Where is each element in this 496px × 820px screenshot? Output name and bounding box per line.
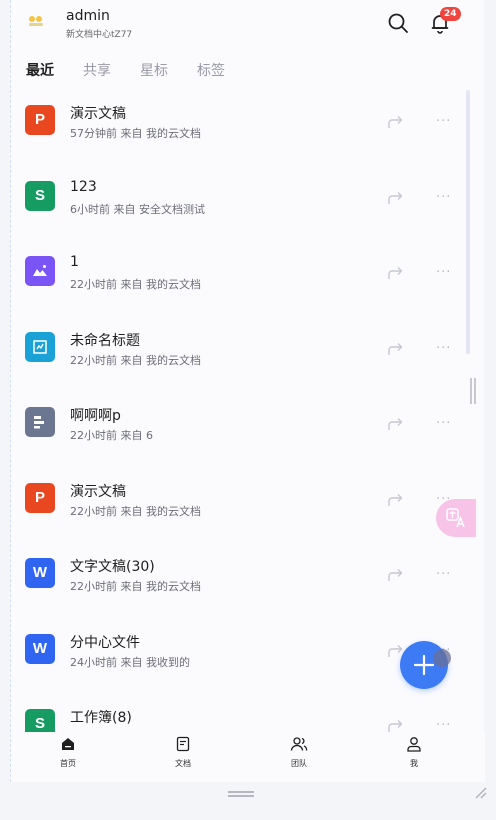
file-name: 工作簿(8): [70, 710, 132, 726]
nav-profile[interactable]: 我: [384, 736, 444, 776]
file-meta: 22小时前 来自 我的云文档: [70, 505, 201, 518]
file-row[interactable]: W 文字文稿(30) 22小时前 来自 我的云文档 ···: [11, 541, 471, 617]
nav-docs-label: 文档: [175, 759, 191, 768]
more-options-button[interactable]: ···: [436, 416, 451, 431]
form-icon: [25, 332, 55, 362]
file-row[interactable]: S 123 6小时前 来自 安全文档测试 ···: [11, 164, 471, 240]
file-row[interactable]: P 演示文稿 57分钟前 来自 我的云文档 ···: [11, 88, 471, 164]
file-row[interactable]: 1 22小时前 来自 我的云文档 ···: [11, 239, 471, 315]
file-meta: 24小时前 来自 我收到的: [70, 656, 190, 669]
file-meta: 22小时前 来自 我的云文档: [70, 580, 201, 593]
more-options-button[interactable]: ···: [436, 718, 451, 732]
resize-corner-icon[interactable]: [474, 786, 488, 800]
team-icon: [290, 737, 308, 751]
profile-icon: [407, 737, 421, 752]
file-meta: 6小时前 来自 安全文档测试: [70, 203, 205, 216]
translate-icon: [446, 508, 465, 528]
presentation-icon: P: [25, 483, 55, 513]
file-name: 啊啊啊p: [70, 408, 121, 424]
tab-tags[interactable]: 标签: [197, 60, 225, 80]
flowchart-icon: [25, 407, 55, 437]
file-name: 文字文稿(30): [70, 559, 155, 575]
file-name: 123: [70, 179, 97, 195]
nav-docs[interactable]: 文档: [153, 736, 213, 776]
file-row[interactable]: S 工作簿(8) ···: [11, 692, 471, 732]
window-drag-grip[interactable]: [228, 791, 254, 797]
nav-home-label: 首页: [60, 759, 76, 768]
file-row[interactable]: P 演示文稿 22小时前 来自 我的云文档 ···: [11, 466, 471, 542]
share-icon[interactable]: [388, 191, 404, 205]
file-row[interactable]: 未命名标题 22小时前 来自 我的云文档 ···: [11, 315, 471, 391]
nav-home[interactable]: 首页: [38, 736, 98, 776]
header: admin 新文档中心tZ77 24: [11, 0, 485, 50]
spreadsheet-icon: S: [25, 181, 55, 211]
file-list: P 演示文稿 57分钟前 来自 我的云文档 ··· S 123 6小时前 来自 安全文档测试…: [11, 88, 485, 732]
org-logo-icon: [29, 16, 43, 26]
nav-profile-label: 我: [410, 759, 418, 768]
tab-bar: 最近 共享 星标 标签: [26, 60, 254, 80]
search-icon: [388, 13, 408, 33]
file-meta: 22小时前 来自 6: [70, 429, 153, 442]
more-options-button[interactable]: ···: [436, 265, 451, 280]
tab-shared[interactable]: 共享: [83, 60, 111, 80]
file-row[interactable]: 啊啊啊p 22小时前 来自 6 ···: [11, 390, 471, 466]
username[interactable]: admin: [66, 8, 110, 24]
file-meta: 57分钟前 来自 我的云文档: [70, 127, 201, 140]
form-file-icon: [33, 340, 47, 354]
assistive-touch-dot[interactable]: [433, 649, 451, 667]
share-icon[interactable]: [388, 342, 404, 356]
more-options-button[interactable]: ···: [436, 341, 451, 356]
search-button[interactable]: [387, 12, 409, 34]
share-icon[interactable]: [388, 568, 404, 582]
more-options-button[interactable]: ···: [436, 190, 451, 205]
file-name: 分中心文件: [70, 635, 140, 651]
flowchart-file-icon: [34, 416, 44, 429]
image-file-icon: [33, 265, 47, 276]
bottom-nav: 首页 文档 团队 我: [11, 732, 485, 782]
home-icon: [62, 738, 74, 750]
file-name: 未命名标题: [70, 333, 140, 349]
file-name: 演示文稿: [70, 106, 126, 122]
nav-team[interactable]: 团队: [269, 736, 329, 776]
share-icon[interactable]: [388, 115, 404, 129]
notification-badge: 24: [440, 7, 461, 21]
nav-team-label: 团队: [291, 759, 307, 768]
file-meta: 22小时前 来自 我的云文档: [70, 354, 201, 367]
tab-recent[interactable]: 最近: [26, 60, 54, 80]
document-icon: [176, 736, 190, 752]
panel-resize-handle[interactable]: [470, 378, 476, 404]
image-icon: [25, 256, 55, 286]
file-meta: 22小时前 来自 我的云文档: [70, 278, 201, 291]
presentation-icon: P: [25, 105, 55, 135]
document-icon: W: [25, 634, 55, 664]
more-options-button[interactable]: ···: [436, 567, 451, 582]
scrollbar[interactable]: [466, 90, 470, 354]
tab-starred[interactable]: 星标: [140, 60, 168, 80]
share-icon[interactable]: [388, 719, 404, 732]
document-icon: W: [25, 558, 55, 588]
file-name: 演示文稿: [70, 484, 126, 500]
translate-button[interactable]: [436, 499, 476, 537]
share-icon[interactable]: [388, 417, 404, 431]
org-name[interactable]: 新文档中心tZ77: [66, 27, 132, 40]
spreadsheet-icon: S: [25, 709, 55, 732]
more-options-button[interactable]: ···: [436, 114, 451, 129]
share-icon[interactable]: [388, 266, 404, 280]
share-icon[interactable]: [388, 493, 404, 507]
file-name: 1: [70, 254, 79, 270]
